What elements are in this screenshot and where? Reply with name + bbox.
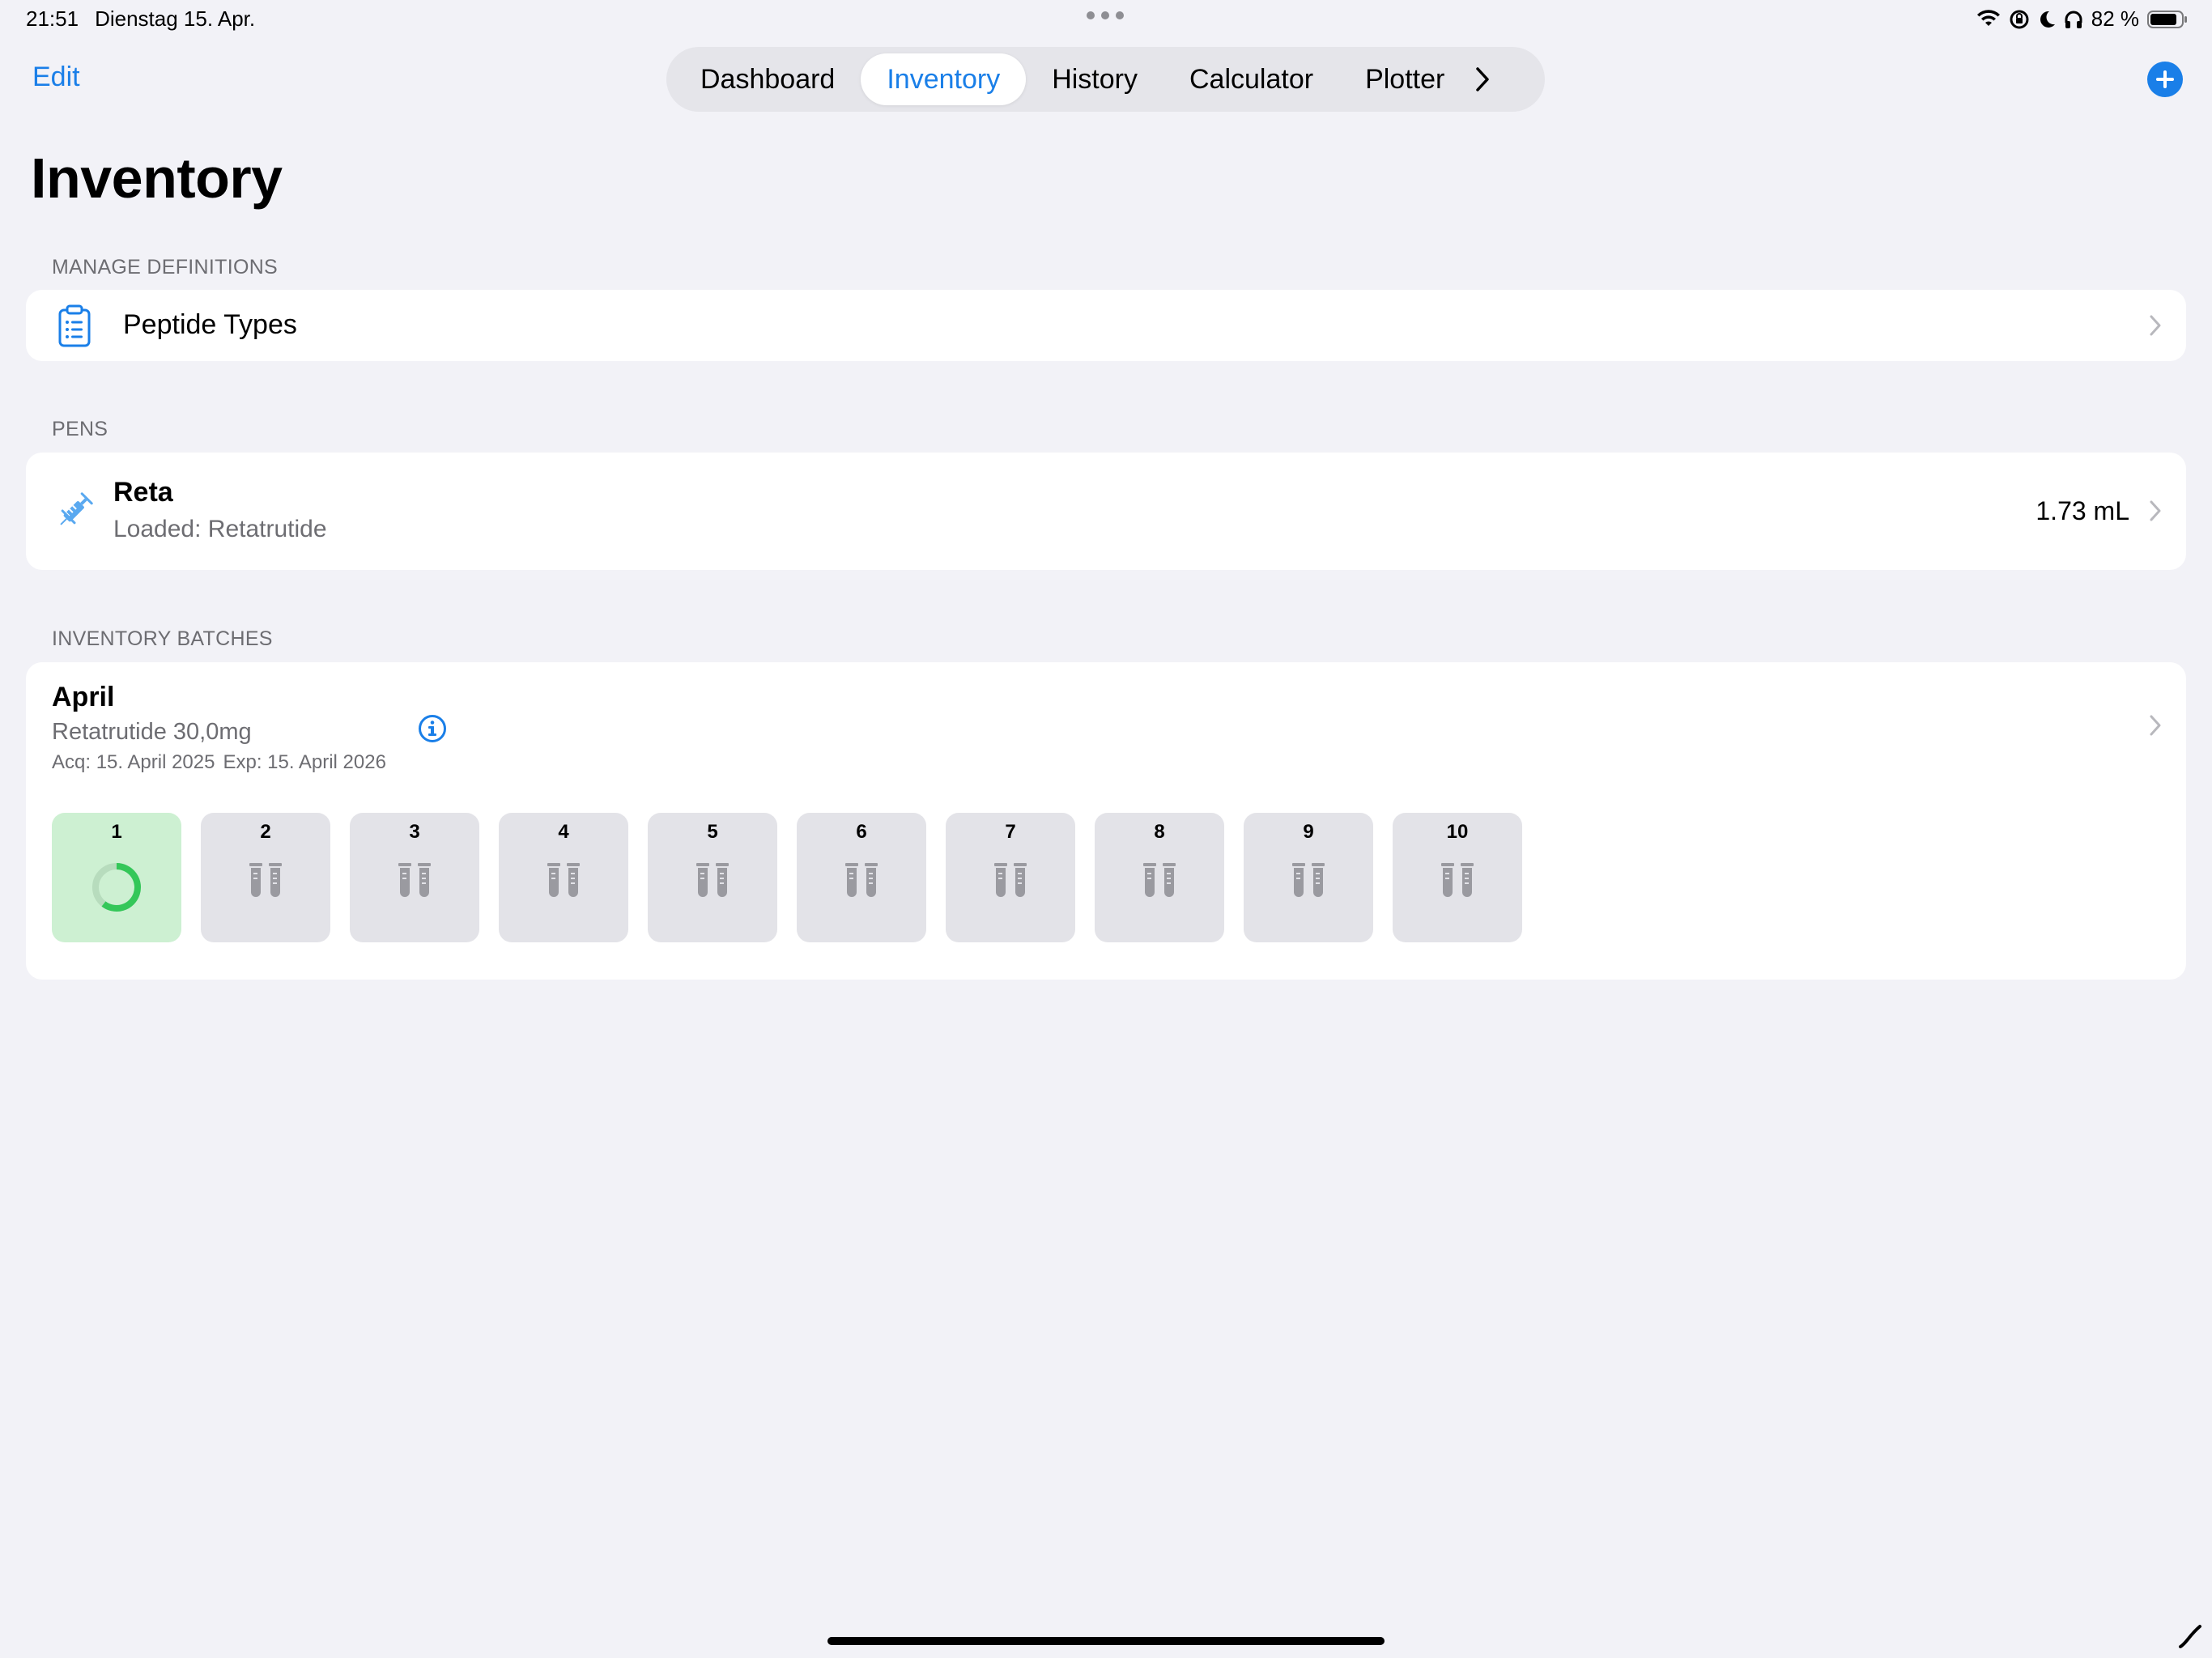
batch-row-button[interactable] (26, 662, 2186, 816)
vial-tile[interactable]: 6 (797, 813, 926, 942)
pen-loaded: Loaded: Retatrutide (113, 516, 327, 542)
test-tubes-icon (547, 863, 580, 897)
test-tubes-icon (845, 863, 878, 897)
more-tabs-chevron-icon[interactable] (1474, 66, 1491, 93)
vial-number: 2 (260, 821, 271, 843)
test-tubes-icon (1441, 863, 1474, 897)
vial-number: 4 (558, 821, 569, 843)
vial-number: 6 (856, 821, 867, 843)
pen-volume: 1.73 mL (2035, 496, 2129, 525)
section-header-pens: PENS (52, 418, 108, 440)
test-tubes-icon (696, 863, 729, 897)
vial-tile[interactable]: 5 (648, 813, 777, 942)
vial-tile[interactable]: 10 (1393, 813, 1522, 942)
pen-row[interactable]: Reta Loaded: Retatrutide 1.73 mL (26, 453, 2186, 570)
vial-tile[interactable]: 1 (52, 813, 181, 942)
section-header-definitions: MANAGE DEFINITIONS (52, 256, 279, 278)
vial-tile[interactable]: 9 (1244, 813, 1373, 942)
vial-number: 9 (1303, 821, 1314, 843)
tab-plotter[interactable]: Plotter (1339, 53, 1470, 105)
clipboard-list-icon (58, 304, 91, 347)
peptide-types-row[interactable]: Peptide Types (26, 290, 2186, 361)
pen-name: Reta (113, 477, 173, 508)
moon-icon (2040, 11, 2055, 28)
page-title: Inventory (31, 147, 283, 210)
status-time: 21:51 (26, 6, 79, 31)
vial-tile[interactable]: 3 (350, 813, 479, 942)
home-indicator[interactable] (827, 1637, 1385, 1645)
add-button[interactable] (2147, 62, 2183, 97)
syringe-icon (60, 492, 93, 525)
vial-tile[interactable]: 8 (1095, 813, 1224, 942)
section-header-batches: INVENTORY BATCHES (52, 627, 273, 650)
tab-inventory[interactable]: Inventory (861, 53, 1027, 105)
vial-grid: 1 2 3 4 5 6 7 8 9 10 (52, 813, 1522, 942)
battery-icon (2147, 10, 2187, 28)
status-date: Dienstag 15. Apr. (95, 6, 256, 31)
test-tubes-icon (1292, 863, 1325, 897)
test-tubes-icon (249, 863, 282, 897)
peptide-types-label: Peptide Types (123, 309, 297, 340)
vial-number: 10 (1446, 821, 1469, 843)
tab-bar: Dashboard Inventory History Calculator P… (666, 47, 1545, 112)
test-tubes-icon (1143, 863, 1176, 897)
chevron-right-icon (2150, 500, 2161, 521)
wifi-icon (1976, 9, 2000, 26)
tab-history[interactable]: History (1026, 53, 1163, 105)
vial-number: 5 (707, 821, 718, 843)
chevron-right-icon (2150, 315, 2161, 336)
multitasking-dots[interactable] (1087, 11, 1124, 19)
edit-button[interactable]: Edit (32, 62, 80, 93)
battery-percent: 82 % (2091, 6, 2139, 31)
vial-number: 8 (1154, 821, 1165, 843)
pencil-hover-icon (2179, 1625, 2201, 1648)
chevron-right-icon (2150, 715, 2161, 736)
vial-tile[interactable]: 7 (946, 813, 1075, 942)
vial-progress-icon (92, 863, 141, 912)
headphones-icon (2065, 11, 2082, 28)
tab-calculator[interactable]: Calculator (1163, 53, 1339, 105)
vial-number: 1 (111, 821, 122, 843)
test-tubes-icon (994, 863, 1027, 897)
test-tubes-icon (398, 863, 431, 897)
vial-number: 7 (1005, 821, 1016, 843)
vial-tile[interactable]: 2 (201, 813, 330, 942)
tab-dashboard[interactable]: Dashboard (674, 53, 861, 105)
rotation-lock-icon (2010, 10, 2029, 28)
vial-tile[interactable]: 4 (499, 813, 628, 942)
status-bar-right: 82 % (1976, 6, 2188, 32)
vial-number: 3 (409, 821, 420, 843)
status-bar-left: 21:51 Dienstag 15. Apr. (26, 6, 255, 32)
